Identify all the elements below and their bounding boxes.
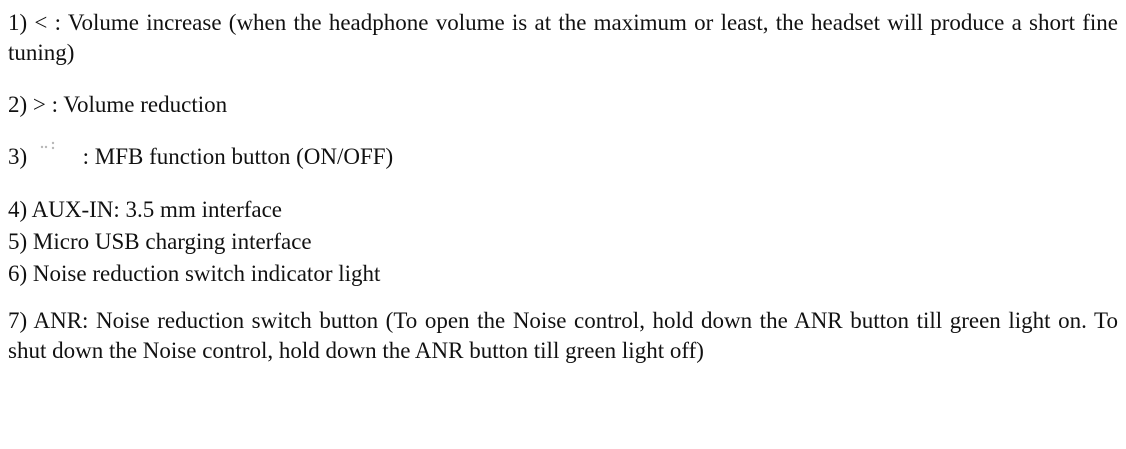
list-item-1: 1) < : Volume increase (when the headpho…	[8, 8, 1118, 68]
mfb-button-icon	[33, 141, 77, 167]
item-6-number: 6)	[8, 261, 28, 286]
item-6-text: Noise reduction switch indicator light	[32, 261, 381, 286]
list-item-7: 7) ANR: Noise reduction switch button (T…	[8, 306, 1118, 366]
list-item-3: 3) : MFB function button (ON/OFF)	[8, 141, 1118, 172]
item-3-text: : MFB function button (ON/OFF)	[82, 144, 394, 169]
list-item-2: 2) > : Volume reduction	[8, 90, 1118, 120]
item-4-text: AUX-IN: 3.5 mm interface	[31, 197, 283, 222]
item-3-number: 3)	[8, 144, 28, 169]
item-5-text: Micro USB charging interface	[32, 229, 312, 254]
item-5-number: 5)	[8, 229, 28, 254]
item-2-number: 2)	[8, 92, 28, 117]
item-4-number: 4)	[8, 197, 28, 222]
list-item-5: 5) Micro USB charging interface	[8, 227, 1118, 257]
item-1-number: 1)	[8, 10, 28, 35]
item-7-text: ANR: Noise reduction switch button (To o…	[8, 308, 1118, 363]
item-2-text: > : Volume reduction	[32, 92, 228, 117]
list-item-6: 6) Noise reduction switch indicator ligh…	[8, 259, 1118, 289]
item-7-number: 7)	[8, 308, 28, 333]
item-1-text: < : Volume increase (when the headphone …	[8, 10, 1119, 65]
list-item-4: 4) AUX-IN: 3.5 mm interface	[8, 195, 1118, 225]
